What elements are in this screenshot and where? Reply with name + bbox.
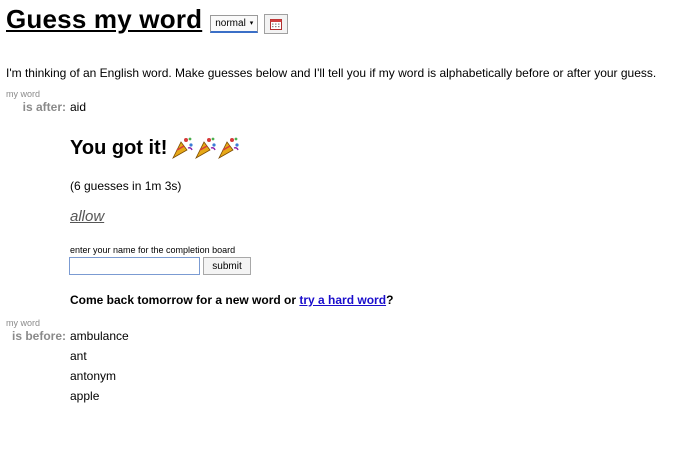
page-title[interactable]: Guess my word (6, 4, 202, 35)
calendar-button[interactable] (264, 13, 289, 34)
before-my-word-label: my word (6, 318, 41, 328)
mode-select[interactable]: normal ▾ (210, 14, 259, 33)
before-word: apple (70, 389, 100, 403)
come-back-suffix: ? (386, 293, 394, 307)
success-headline: You got it! (70, 136, 168, 159)
name-input[interactable] (69, 257, 200, 275)
before-word: ant (70, 349, 87, 363)
name-field-label: enter your name for the completion board (70, 245, 236, 255)
calendar-icon (270, 18, 283, 30)
after-word: aid (70, 100, 87, 114)
before-relation-label: is before: (11, 329, 66, 343)
before-word: ambulance (70, 329, 129, 343)
intro-text: I'm thinking of an English word. Make gu… (6, 66, 657, 80)
chevron-down-icon: ▾ (249, 19, 254, 27)
party-popper-icon (172, 136, 240, 160)
answer-word-link[interactable]: allow (70, 208, 104, 225)
success-message: You got it! (70, 136, 241, 160)
mode-select-value: normal (215, 17, 246, 29)
before-word: antonym (70, 369, 117, 383)
guess-stats: (6 guesses in 1m 3s) (70, 179, 182, 193)
after-relation-label: is after: (22, 100, 66, 114)
hard-word-link[interactable]: try a hard word (299, 293, 386, 307)
come-back-prefix: Come back tomorrow for a new word or (70, 293, 300, 307)
header: Guess my word normal ▾ (6, 4, 289, 35)
after-my-word-label: my word (6, 89, 41, 99)
submit-button[interactable]: submit (203, 257, 251, 275)
come-back-message: Come back tomorrow for a new word or try… (70, 293, 393, 307)
